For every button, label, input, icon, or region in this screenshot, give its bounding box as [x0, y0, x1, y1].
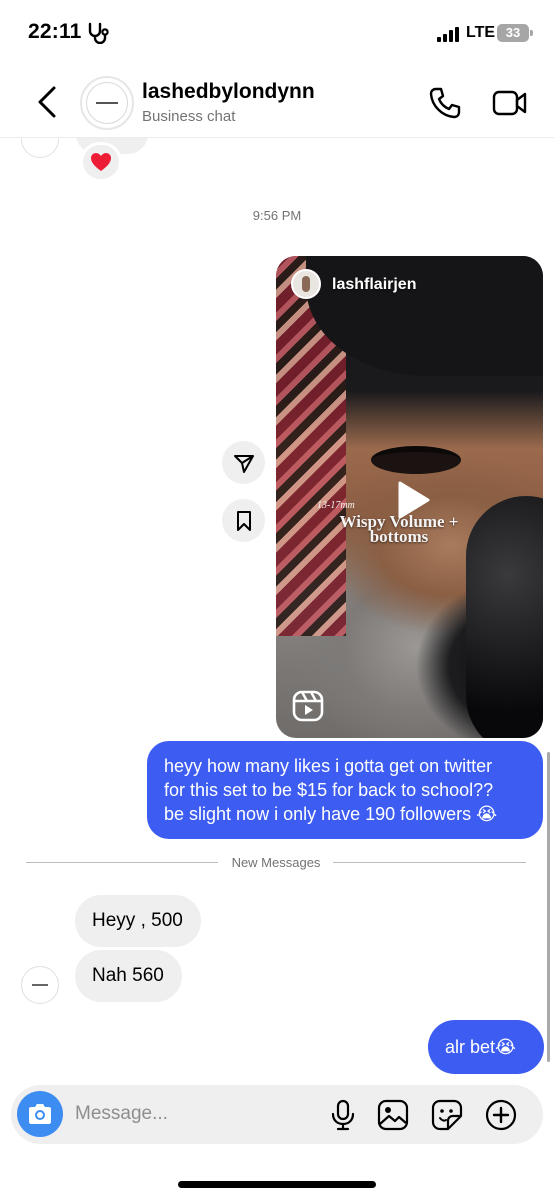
received-message-bubble[interactable]: Nah 560 — [75, 950, 182, 1002]
heart-reaction[interactable] — [80, 142, 122, 182]
back-icon — [38, 86, 56, 118]
video-call-button[interactable] — [492, 86, 528, 120]
home-indicator[interactable] — [178, 1181, 376, 1188]
save-button[interactable] — [222, 499, 265, 542]
network-label: LTE — [466, 24, 496, 41]
chat-subtitle: Business chat — [142, 108, 236, 125]
bookmark-icon — [236, 510, 251, 531]
message-timestamp: 9:56 PM — [252, 208, 302, 223]
audio-call-button[interactable] — [428, 86, 462, 120]
camera-button[interactable] — [17, 1091, 63, 1137]
send-icon — [233, 454, 254, 473]
reel-caption-line-2: bottoms — [369, 527, 429, 546]
message-composer — [11, 1085, 543, 1144]
avatar[interactable] — [80, 76, 134, 130]
share-button[interactable] — [222, 441, 265, 484]
phone-icon — [429, 87, 461, 119]
sent-message-line-1: heyy how many likes i gotta get on twitt… — [164, 756, 493, 776]
play-button[interactable] — [390, 478, 434, 522]
battery-cap — [530, 30, 533, 36]
shared-reel[interactable]: lashflairjen 13-17mm Wispy Volume + bott… — [276, 256, 543, 738]
sticker-icon — [431, 1099, 463, 1131]
new-messages-divider: New Messages — [26, 853, 526, 871]
health-icon — [86, 22, 110, 49]
sticker-button[interactable] — [431, 1099, 463, 1131]
chat-header: lashedbylondynn Business chat — [0, 66, 554, 138]
message-input[interactable] — [75, 1098, 315, 1130]
battery-level: 33 — [505, 25, 521, 40]
sent-message-bubble[interactable]: heyy how many likes i gotta get on twitt… — [147, 741, 543, 839]
sent-message-line-2: for this set to be $15 for back to schoo… — [164, 780, 494, 800]
chat-title[interactable]: lashedbylondynn — [142, 80, 315, 104]
camera-icon — [29, 1104, 51, 1124]
play-icon — [398, 481, 430, 519]
signal-icon — [437, 26, 461, 42]
status-bar: 22:11 LTE 33 — [0, 0, 554, 66]
microphone-icon — [331, 1099, 355, 1131]
heart-icon — [91, 153, 111, 171]
sent-message-line-3: be slight now i only have 190 followers … — [164, 804, 498, 824]
reel-caption-size: 13-17mm — [317, 500, 355, 511]
add-button[interactable] — [485, 1099, 517, 1131]
reels-icon — [292, 690, 324, 722]
status-time: 22:11 — [28, 20, 82, 43]
divider-line-right — [333, 862, 526, 863]
avatar-logo — [86, 82, 128, 124]
sender-avatar[interactable] — [21, 966, 59, 1004]
reel-author[interactable]: lashflairjen — [332, 276, 416, 294]
scrollbar[interactable] — [547, 752, 550, 1062]
reel-eye — [371, 446, 461, 474]
gallery-icon — [377, 1099, 409, 1131]
back-button[interactable] — [30, 84, 66, 120]
add-icon — [485, 1099, 517, 1131]
received-message-bubble[interactable]: Heyy , 500 — [75, 895, 201, 947]
video-call-icon — [492, 90, 527, 116]
gallery-button[interactable] — [377, 1099, 409, 1131]
voice-message-button[interactable] — [327, 1099, 359, 1131]
reel-author-avatar[interactable] — [291, 269, 321, 299]
sent-message-bubble[interactable]: alr bet😭 — [428, 1020, 544, 1074]
